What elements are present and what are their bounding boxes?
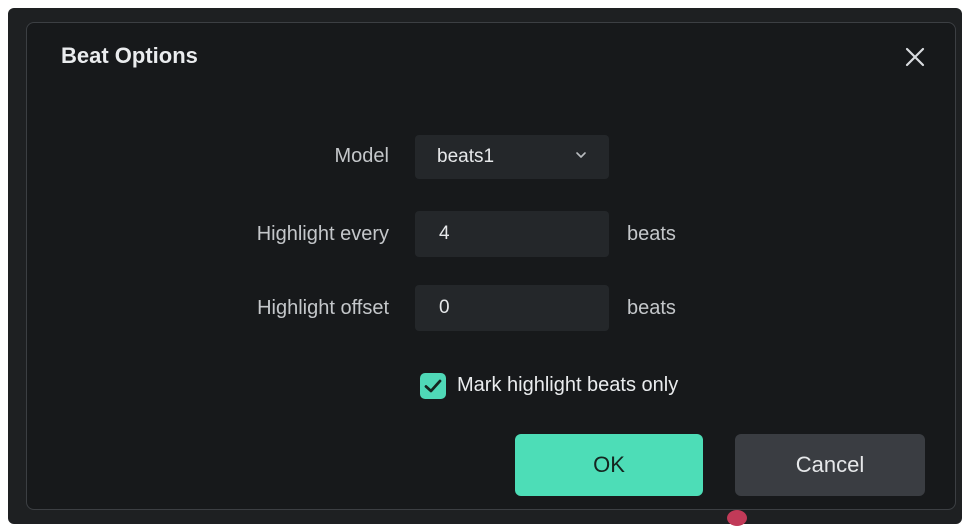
model-label: Model bbox=[334, 145, 389, 167]
ok-button[interactable]: OK bbox=[515, 434, 703, 496]
mark-highlight-checkbox[interactable] bbox=[420, 373, 446, 399]
highlight-offset-input[interactable] bbox=[415, 285, 609, 331]
dialog-title: Beat Options bbox=[61, 43, 198, 68]
cancel-button[interactable]: Cancel bbox=[735, 434, 925, 496]
highlight-every-label: Highlight every bbox=[256, 223, 389, 245]
highlight-offset-unit: beats bbox=[627, 297, 676, 319]
highlight-every-unit: beats bbox=[627, 223, 676, 245]
model-select-value: beats1 bbox=[437, 146, 495, 167]
chevron-down-icon bbox=[576, 152, 586, 158]
highlight-every-input[interactable] bbox=[415, 211, 609, 257]
highlight-offset-label: Highlight offset bbox=[257, 297, 389, 319]
beat-options-dialog: Beat Options Model beats1 Highlight ever… bbox=[26, 22, 956, 510]
mark-highlight-label: Mark highlight beats only bbox=[457, 374, 679, 396]
model-select[interactable]: beats1 bbox=[415, 135, 609, 179]
close-button[interactable] bbox=[901, 43, 929, 71]
close-icon bbox=[905, 47, 925, 67]
checkmark-icon bbox=[424, 379, 442, 393]
